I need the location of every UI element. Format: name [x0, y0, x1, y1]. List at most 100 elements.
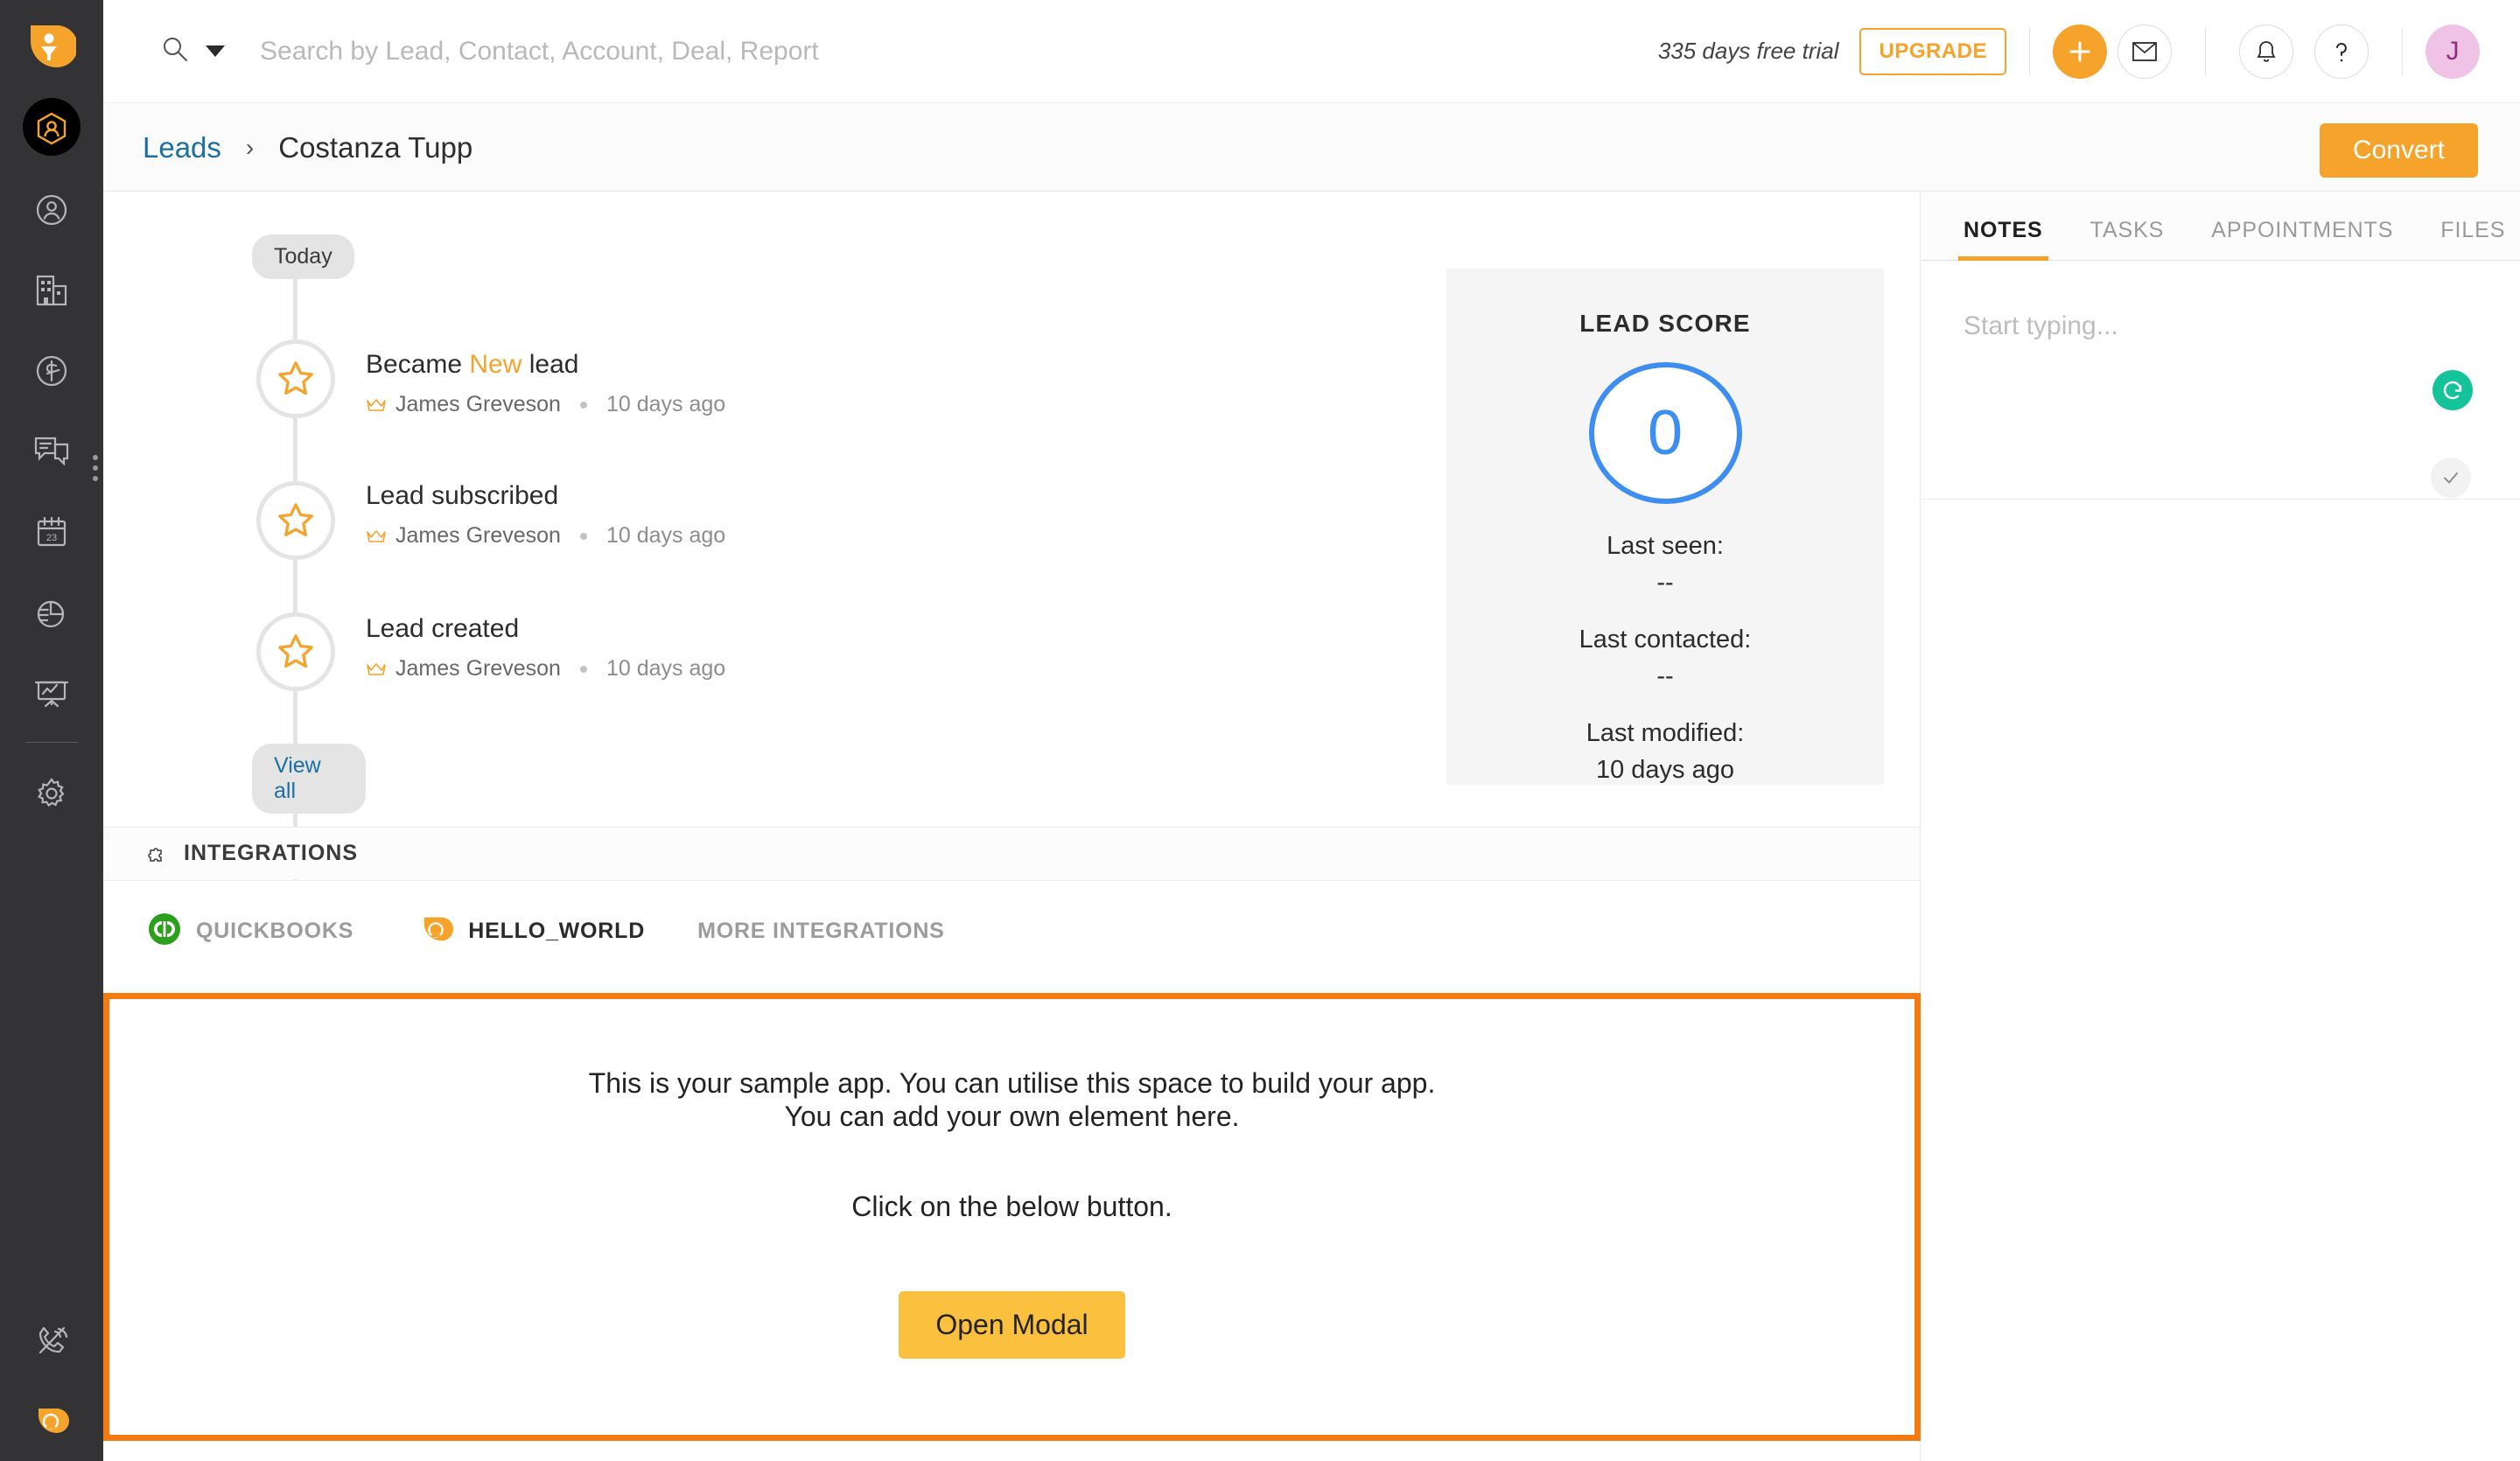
search-input[interactable] — [260, 36, 1397, 66]
timeline-item-meta: James Greveson 10 days ago — [366, 656, 725, 682]
timeline-title-highlight: New — [469, 350, 522, 379]
integration-label: HELLO_WORLD — [468, 918, 646, 943]
svg-text:23: 23 — [46, 533, 57, 543]
convert-button[interactable]: Convert — [2319, 123, 2478, 178]
search-icon[interactable] — [160, 34, 190, 68]
sample-app-line-1: This is your sample app. You can utilise… — [589, 1067, 1436, 1134]
sample-app-text-1: This is your sample app. You can utilise… — [588, 1067, 1436, 1099]
last-modified-row: Last modified: 10 days ago — [1586, 719, 1745, 785]
top-bar: 335 days free trial UPGRADE — [103, 0, 2520, 103]
last-contacted-label: Last contacted: — [1578, 626, 1752, 654]
integration-quickbooks[interactable]: QUICKBOOKS — [147, 912, 354, 951]
timeline-node-1 — [256, 481, 335, 560]
breadcrumb-separator: › — [245, 133, 255, 161]
timeline-item-2: Lead created James Greveson 10 days ago — [366, 614, 725, 682]
meta-separator-dot — [579, 401, 587, 409]
tab-appointments[interactable]: APPOINTMENTS — [2211, 218, 2393, 260]
lead-score-title: LEAD SCORE — [1579, 310, 1751, 337]
last-seen-label: Last seen: — [1606, 532, 1724, 560]
timeline-today-pill: Today — [252, 234, 354, 279]
lead-score-ring: 0 — [1588, 362, 1742, 504]
timeline-bottom-pill-wrap: View all — [252, 744, 366, 814]
freshsales-funnel-logo[interactable] — [24, 19, 79, 73]
timeline-item-owner: James Greveson — [396, 656, 561, 681]
crown-icon — [366, 661, 387, 677]
activity-timeline: Today Became New lead James Greveson 10 … — [103, 192, 1920, 981]
last-seen-value: -- — [1656, 569, 1674, 597]
sample-app-panel: This is your sample app. You can utilise… — [103, 993, 1921, 1441]
note-input[interactable] — [1964, 311, 2418, 341]
timeline-title-pre: Became — [366, 350, 470, 379]
confirm-note-button[interactable] — [2431, 458, 2471, 498]
timeline-item-meta: James Greveson 10 days ago — [366, 392, 725, 417]
sidebar-nav-list: 23 — [0, 89, 103, 834]
sidebar-item-analytics[interactable] — [0, 653, 103, 733]
sidebar-item-deals[interactable] — [0, 331, 103, 411]
sample-app-line-3: Click on the below button. — [851, 1190, 1172, 1222]
timeline-item-title: Lead subscribed — [366, 481, 725, 511]
right-panel-tabs: NOTES TASKS APPOINTMENTS FILES — [1922, 192, 2520, 261]
help-button[interactable] — [2314, 24, 2369, 79]
integrations-header: INTEGRATIONS — [103, 827, 1920, 879]
mail-button[interactable] — [2118, 24, 2172, 79]
timeline-item-0: Became New lead James Greveson 10 days a… — [366, 350, 725, 417]
timeline-item-1: Lead subscribed James Greveson 10 days a… — [366, 481, 725, 549]
grammarly-icon[interactable] — [2432, 370, 2473, 410]
sidebar-item-conversations[interactable] — [0, 411, 103, 492]
last-contacted-value: -- — [1656, 662, 1674, 690]
puzzle-piece-icon — [147, 842, 170, 865]
view-all-button[interactable]: View all — [252, 744, 366, 814]
sidebar-item-reports[interactable] — [0, 572, 103, 653]
last-modified-value: 10 days ago — [1595, 756, 1734, 784]
chevron-down-icon[interactable] — [206, 45, 225, 57]
three-dots-vertical-icon[interactable] — [93, 455, 98, 481]
hello-world-app-icon — [419, 912, 454, 951]
upgrade-button[interactable]: UPGRADE — [1859, 27, 2006, 75]
sidebar-item-hello-world-app[interactable] — [0, 1381, 103, 1461]
timeline-top-pill-wrap: Today — [252, 234, 366, 279]
timeline-item-time: 10 days ago — [606, 656, 726, 681]
crown-icon — [366, 397, 387, 413]
tab-files[interactable]: FILES — [2440, 218, 2505, 260]
sidebar-divider — [25, 742, 78, 743]
notifications-button[interactable] — [2239, 24, 2293, 79]
tab-notes[interactable]: NOTES — [1958, 218, 2048, 261]
integration-hello-world[interactable]: HELLO_WORLD — [419, 912, 645, 951]
user-avatar[interactable]: J — [2426, 24, 2480, 79]
sidebar-item-leads[interactable] — [0, 89, 103, 170]
crm-lead-detail-page: 23 Search by Lead, Contact, Account, Dea… — [0, 0, 2520, 1461]
timeline-title-pre: Lead created — [366, 614, 520, 643]
meta-separator-dot — [579, 665, 587, 673]
timeline-item-time: 10 days ago — [606, 392, 726, 416]
more-integrations-link[interactable]: MORE INTEGRATIONS — [697, 919, 945, 944]
timeline-title-post: lead — [522, 350, 579, 379]
integrations-heading: INTEGRATIONS — [184, 841, 359, 865]
primary-sidebar: 23 — [0, 0, 103, 1461]
tab-tasks[interactable]: TASKS — [2090, 218, 2165, 260]
add-new-button[interactable] — [2053, 24, 2107, 79]
timeline-title-pre: Lead subscribed — [366, 481, 559, 510]
open-modal-button[interactable]: Open Modal — [899, 1291, 1125, 1360]
last-contacted-row: Last contacted: -- — [1579, 626, 1752, 691]
timeline-item-time: 10 days ago — [606, 523, 726, 548]
timeline-node-0 — [256, 339, 335, 418]
lead-score-card: LEAD SCORE 0 Last seen: -- Last contacte… — [1446, 269, 1884, 785]
last-modified-label: Last modified: — [1586, 719, 1745, 747]
sidebar-item-accounts[interactable] — [0, 250, 103, 331]
lead-score-value: 0 — [1647, 398, 1684, 468]
breadcrumb-leads-link[interactable]: Leads — [143, 131, 221, 164]
timeline-item-title: Became New lead — [366, 350, 725, 380]
timeline-item-owner: James Greveson — [396, 523, 561, 548]
integration-label: QUICKBOOKS — [196, 918, 354, 943]
sidebar-item-calendar[interactable]: 23 — [0, 492, 103, 572]
trial-status: 335 days free trial — [1657, 38, 1839, 64]
sidebar-item-phone[interactable] — [0, 1300, 103, 1381]
sidebar-item-contacts[interactable] — [0, 170, 103, 250]
page-title: Costanza Tupp — [278, 130, 473, 164]
sample-app-text-2: You can add your own element here. — [784, 1100, 1240, 1132]
toolbar-divider-3 — [2402, 26, 2403, 76]
integrations-list: QUICKBOOKS HELLO_WORLD MORE INTEGRATIONS — [103, 880, 1920, 981]
sidebar-item-settings[interactable] — [0, 753, 103, 834]
timeline-item-title: Lead created — [366, 614, 725, 644]
quickbooks-icon — [147, 912, 182, 951]
